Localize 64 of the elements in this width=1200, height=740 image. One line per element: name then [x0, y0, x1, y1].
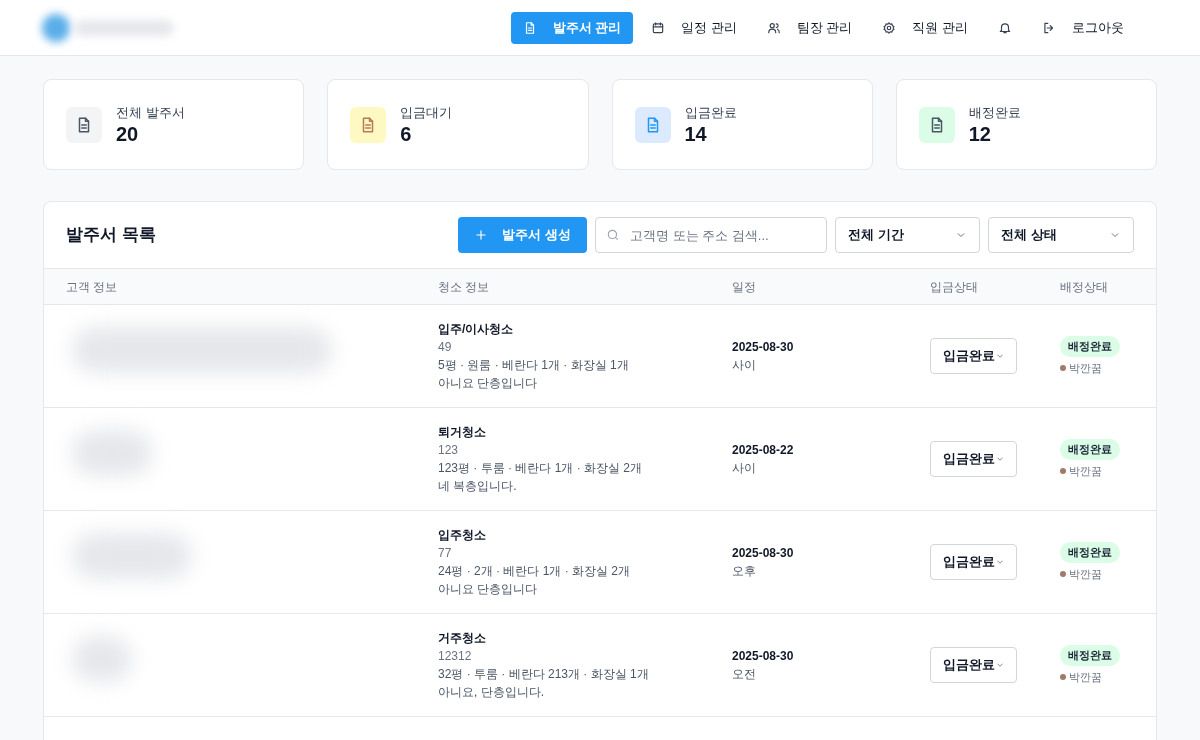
- nav-tab[interactable]: 직원 관리: [870, 11, 980, 44]
- logout-icon: [1042, 20, 1056, 35]
- payment-status-dropdown[interactable]: 입금완료: [930, 441, 1017, 477]
- stat-value: 20: [116, 122, 140, 147]
- schedule-date: 2025-08-30: [732, 648, 795, 665]
- panel-title: 발주서 목록: [66, 224, 156, 247]
- nav-tab[interactable]: 로그아웃: [1030, 11, 1136, 44]
- column-header: 배정상태: [1060, 279, 1108, 294]
- cleaning-note: 네 복층입니다.: [438, 478, 518, 495]
- order-code: 49: [438, 339, 453, 356]
- cleaning-type: 입주/이사청소: [438, 321, 515, 338]
- filter-dropdown[interactable]: 전체 상태: [988, 217, 1134, 253]
- payment-status-dropdown[interactable]: 입금완료: [930, 647, 1017, 683]
- cleaning-type: 퇴거청소: [438, 424, 487, 441]
- schedule-date: 2025-08-30: [732, 545, 795, 562]
- settings-icon: [882, 20, 897, 35]
- payment-status-dropdown[interactable]: 입금완료: [930, 338, 1017, 374]
- payment-status-dropdown[interactable]: 입금완료: [930, 544, 1017, 580]
- users-icon: [766, 20, 781, 35]
- schedule-time: 사이: [732, 357, 757, 374]
- assignment-badge: 배정완료: [1060, 439, 1120, 460]
- stat-value: 12: [968, 122, 992, 147]
- stat-label: 입금완료: [684, 103, 737, 122]
- bell-icon: [998, 20, 1012, 35]
- search-field[interactable]: 고객명 또는 주소 검색...: [595, 217, 827, 253]
- order-code: 12312: [438, 648, 473, 665]
- cleaning-details: 5평 · 원룸 · 베란다 1개 · 화장실 1개: [438, 357, 630, 374]
- order-code: 77: [438, 545, 453, 562]
- schedule-time: 오전: [732, 666, 757, 683]
- stat-label: 입금대기: [400, 103, 453, 122]
- nav-tab[interactable]: 팀장 관리: [754, 11, 865, 44]
- order-code: 123: [438, 442, 460, 459]
- cleaning-note: 아니요 단층입니다: [438, 375, 539, 392]
- column-header: 청소 정보: [438, 279, 490, 294]
- cleaning-details: 24평 · 2개 · 베란다 1개 · 화장실 2개: [438, 563, 632, 580]
- stat-value: 14: [684, 122, 708, 147]
- cleaning-type: 입주청소: [438, 527, 487, 544]
- cleaning-details: 32평 · 투룸 · 베란다 213개 · 화장실 1개: [438, 666, 650, 683]
- assignee-name: 박깐꿈: [1069, 669, 1102, 685]
- nav-tab[interactable]: 일정 관리: [639, 11, 749, 44]
- search-icon: [606, 228, 620, 242]
- schedule-date: 2025-08-30: [732, 339, 795, 356]
- stat-value: 6: [400, 122, 413, 147]
- assignment-badge: 배정완료: [1060, 645, 1120, 666]
- schedule-time: 오후: [732, 563, 757, 580]
- column-header: 고객 정보: [66, 279, 118, 294]
- cleaning-type: 거주청소: [438, 630, 487, 647]
- plus-icon: [474, 228, 489, 242]
- cleaning-note: 아니요, 단층입니다.: [438, 684, 545, 701]
- column-header: 일정: [732, 279, 756, 294]
- calendar-icon: [651, 20, 666, 35]
- stat-label: 전체 발주서: [116, 103, 185, 122]
- filter-dropdown[interactable]: 전체 기간: [835, 217, 980, 253]
- assignee-name: 박깐꿈: [1069, 463, 1102, 479]
- cleaning-note: 아니요 단층입니다: [438, 581, 539, 598]
- schedule-time: 사이: [732, 460, 757, 477]
- schedule-date: 2025-08-22: [732, 442, 795, 459]
- assignment-badge: 배정완료: [1060, 542, 1120, 563]
- cleaning-details: 123평 · 투룸 · 베란다 1개 · 화장실 2개: [438, 460, 644, 477]
- assignee-name: 박깐꿈: [1069, 566, 1102, 582]
- assignee-name: 박깐꿈: [1069, 360, 1102, 376]
- stat-label: 배정완료: [968, 103, 1021, 122]
- column-header: 입금상태: [930, 279, 978, 294]
- assignment-badge: 배정완료: [1060, 336, 1120, 357]
